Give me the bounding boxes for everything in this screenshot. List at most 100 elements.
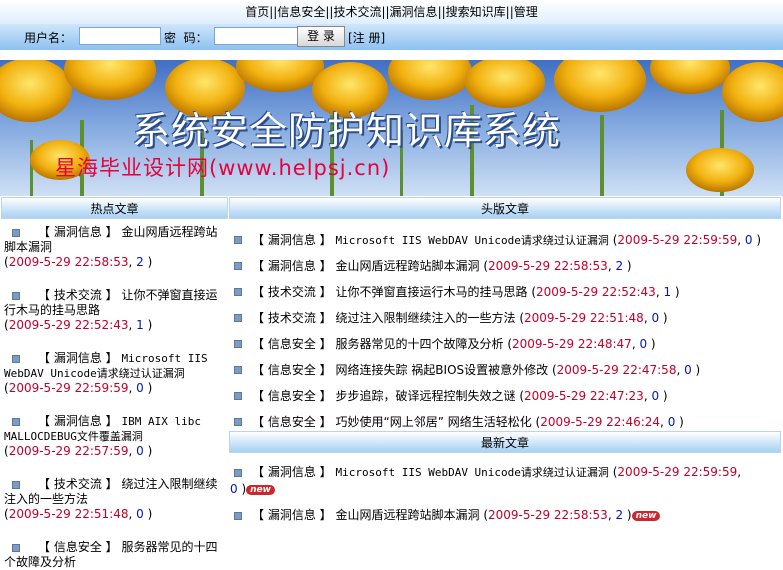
category[interactable]: 漏洞信息	[268, 465, 316, 479]
article-date: 2009-5-29 22:51:48	[524, 311, 644, 325]
category[interactable]: 技术交流	[54, 288, 102, 302]
article-title[interactable]: Microsoft IIS WebDAV Unicode请求绕过认证漏洞	[4, 352, 208, 380]
article-date: 2009-5-29 22:52:43	[536, 285, 656, 299]
category[interactable]: 漏洞信息	[268, 508, 316, 522]
nav-admin[interactable]: 管理	[514, 5, 538, 19]
list-item[interactable]: 【 漏洞信息 】 Microsoft IIS WebDAV Unicode请求绕…	[230, 454, 783, 497]
article-title[interactable]: 服务器常见的十四个故障及分析	[4, 540, 218, 569]
article-count: 0	[651, 311, 660, 325]
article-count: 0	[230, 482, 238, 496]
article-title[interactable]: 让你不弹窗直接运行木马的挂马思路	[335, 285, 527, 299]
newest-articles-header: 最新文章	[229, 431, 781, 453]
login-bar: 用户名： 密 码： 登 录 [注 册]	[0, 24, 783, 50]
article-date: 2009-5-29 22:59:59	[8, 381, 129, 395]
bullet-icon	[234, 418, 242, 426]
nav-tech-exchange[interactable]: 技术交流	[333, 5, 381, 19]
article-title[interactable]: 巧妙使用“网上邻居” 网络生活轻松化	[335, 415, 531, 429]
bullet-icon	[12, 543, 20, 552]
password-input[interactable]	[214, 27, 298, 45]
article-date: 2009-5-29 22:46:24	[540, 415, 661, 429]
article-title[interactable]: 步步追踪，破译远程控制失效之谜	[335, 389, 515, 403]
article-title[interactable]: IBM AIX libc MALLOCDEBUG文件覆盖漏洞	[4, 415, 201, 443]
category[interactable]: 技术交流	[268, 285, 316, 299]
bullet-icon	[234, 314, 242, 322]
list-item[interactable]: 【 信息安全 】 网络连接失踪 祸起BIOS设置被意外修改 (2009-5-29…	[230, 360, 783, 386]
list-item[interactable]: 【 信息安全 】 步步追踪，破译远程控制失效之谜 (2009-5-29 22:4…	[230, 386, 783, 412]
bullet-icon	[234, 288, 242, 296]
bullet-icon	[12, 228, 20, 237]
site-title: 系统安全防护知识库系统	[132, 109, 562, 153]
hot-articles-header: 热点文章	[1, 197, 228, 219]
bullet-icon	[234, 392, 242, 400]
register-link[interactable]: [注 册]	[348, 29, 385, 46]
article-title[interactable]: 绕过注入限制继续注入的一些方法	[335, 311, 515, 325]
list-item[interactable]: 【 漏洞信息 】 金山网盾远程跨站脚本漏洞 (2009-5-29 22:58:5…	[230, 497, 783, 523]
article-date: 2009-5-29 22:58:53	[488, 259, 608, 273]
bullet-icon	[12, 417, 20, 426]
article-count: 1	[663, 285, 672, 299]
article-count: 0	[136, 381, 144, 395]
top-articles-list: 【 漏洞信息 】 Microsoft IIS WebDAV Unicode请求绕…	[230, 220, 783, 438]
list-item[interactable]: 【 技术交流 】 绕过注入限制继续注入的一些方法 (2009-5-29 22:5…	[0, 459, 228, 522]
article-count: 2	[615, 259, 624, 273]
bullet-icon	[234, 366, 242, 374]
bullet-icon	[234, 262, 242, 270]
category[interactable]: 漏洞信息	[54, 414, 102, 428]
article-title[interactable]: 金山网盾远程跨站脚本漏洞	[4, 225, 218, 254]
article-date: 2009-5-29 22:57:59	[8, 444, 129, 458]
category[interactable]: 技术交流	[268, 311, 316, 325]
nav-home[interactable]: 首页	[245, 5, 269, 19]
list-item[interactable]: 【 技术交流 】 绕过注入限制继续注入的一些方法 (2009-5-29 22:5…	[230, 308, 783, 334]
article-title[interactable]: 网络连接失踪 祸起BIOS设置被意外修改	[335, 363, 548, 377]
article-count: 0	[639, 337, 648, 351]
list-item[interactable]: 【 技术交流 】 让你不弹窗直接运行木马的挂马思路 (2009-5-29 22:…	[230, 282, 783, 308]
list-item[interactable]: 【 信息安全 】 服务器常见的十四个故障及分析	[0, 522, 228, 570]
article-title[interactable]: 让你不弹窗直接运行木马的挂马思路	[4, 288, 218, 317]
bullet-icon	[234, 511, 242, 520]
article-title[interactable]: 服务器常见的十四个故障及分析	[335, 337, 503, 351]
category[interactable]: 信息安全	[54, 540, 102, 554]
article-count: 1	[136, 318, 144, 332]
list-item[interactable]: 【 漏洞信息 】 IBM AIX libc MALLOCDEBUG文件覆盖漏洞 …	[0, 396, 228, 459]
category[interactable]: 漏洞信息	[268, 233, 316, 247]
list-item[interactable]: 【 漏洞信息 】 金山网盾远程跨站脚本漏洞 (2009-5-29 22:58:5…	[0, 220, 228, 270]
nav-info-security[interactable]: 信息安全	[277, 5, 325, 19]
article-title[interactable]: Microsoft IIS WebDAV Unicode请求绕过认证漏洞	[335, 234, 608, 247]
banner: 系统安全防护知识库系统 星海毕业设计网(www.helpsj.cn)	[0, 60, 783, 196]
article-title[interactable]: 金山网盾远程跨站脚本漏洞	[335, 259, 479, 273]
username-input[interactable]	[79, 27, 161, 45]
hot-articles-list: 【 漏洞信息 】 金山网盾远程跨站脚本漏洞 (2009-5-29 22:58:5…	[0, 220, 228, 570]
category[interactable]: 信息安全	[268, 389, 316, 403]
list-item[interactable]: 【 漏洞信息 】 Microsoft IIS WebDAV Unicode请求绕…	[230, 230, 783, 256]
article-date: 2009-5-29 22:58:53	[488, 508, 608, 522]
article-title[interactable]: Microsoft IIS WebDAV Unicode请求绕过认证漏洞	[335, 466, 608, 479]
category[interactable]: 技术交流	[54, 477, 102, 491]
article-title[interactable]: 绕过注入限制继续注入的一些方法	[4, 477, 218, 506]
list-item[interactable]: 【 技术交流 】 让你不弹窗直接运行木马的挂马思路 (2009-5-29 22:…	[0, 270, 228, 333]
password-label: 密 码：	[164, 31, 208, 45]
article-title[interactable]: 金山网盾远程跨站脚本漏洞	[335, 508, 479, 522]
article-count: 0	[744, 233, 753, 247]
newest-articles-list: 【 漏洞信息 】 Microsoft IIS WebDAV Unicode请求绕…	[230, 454, 783, 523]
article-count: 2	[136, 255, 144, 269]
site-subtitle: 星海毕业设计网(www.helpsj.cn)	[55, 156, 391, 180]
category[interactable]: 漏洞信息	[268, 259, 316, 273]
bullet-icon	[234, 340, 242, 348]
bullet-icon	[12, 480, 20, 489]
category[interactable]: 信息安全	[268, 363, 316, 377]
bullet-icon	[12, 354, 20, 363]
category[interactable]: 信息安全	[268, 415, 316, 429]
article-count: 0	[667, 415, 676, 429]
article-date: 2009-5-29 22:48:47	[512, 337, 632, 351]
login-button[interactable]: 登 录	[297, 26, 345, 47]
nav-search-kb[interactable]: 搜索知识库	[446, 5, 506, 19]
category[interactable]: 漏洞信息	[54, 225, 102, 239]
article-count: 0	[684, 363, 692, 377]
list-item[interactable]: 【 信息安全 】 服务器常见的十四个故障及分析 (2009-5-29 22:48…	[230, 334, 783, 360]
list-item[interactable]: 【 漏洞信息 】 Microsoft IIS WebDAV Unicode请求绕…	[0, 333, 228, 396]
category[interactable]: 信息安全	[268, 337, 316, 351]
category[interactable]: 漏洞信息	[54, 351, 102, 365]
list-item[interactable]: 【 漏洞信息 】 金山网盾远程跨站脚本漏洞 (2009-5-29 22:58:5…	[230, 256, 783, 282]
article-date: 2009-5-29 22:51:48	[8, 507, 129, 521]
nav-vuln-info[interactable]: 漏洞信息	[390, 5, 438, 19]
